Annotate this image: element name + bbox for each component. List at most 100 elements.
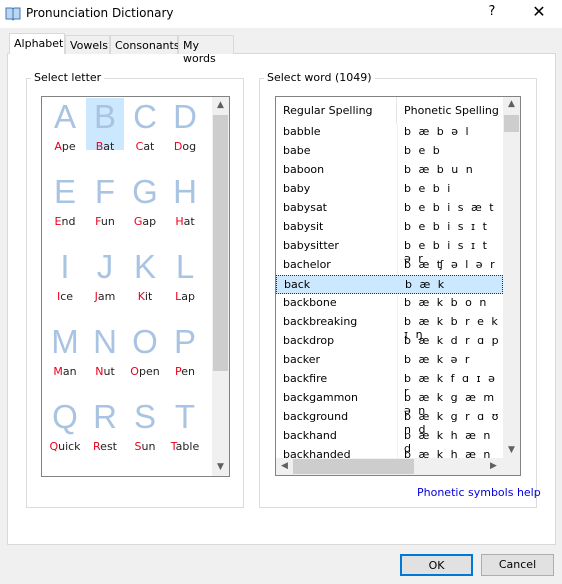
example-word: Bat: [95, 140, 115, 153]
scroll-thumb[interactable]: [213, 115, 228, 371]
example-word: Sun: [134, 440, 156, 453]
example-word: Fun: [95, 215, 115, 228]
vertical-scrollbar[interactable]: ▲ ▼: [503, 97, 520, 458]
scroll-down-icon[interactable]: ▼: [503, 445, 520, 455]
example-word: Hat: [175, 215, 195, 228]
word-row[interactable]: babysit b e b i s ɪ t: [276, 218, 503, 237]
letter-l[interactable]: L Lap: [166, 248, 204, 304]
letter-s[interactable]: S Sun: [126, 398, 164, 454]
letter-n[interactable]: N Nut: [86, 323, 124, 379]
tab-my-words[interactable]: My words: [178, 35, 234, 65]
letter-q[interactable]: Q Quick: [46, 398, 84, 454]
word-row[interactable]: babysitter b e b i s ɪ t ə r: [276, 237, 503, 265]
letter-c[interactable]: C Cat: [126, 98, 164, 154]
regular-spelling: babysat: [283, 201, 327, 214]
regular-spelling: backbreaking: [283, 315, 358, 328]
word-row[interactable]: bachelor b æ ʧ ə l ə r: [276, 256, 503, 275]
phonetic-spelling: b æ k ə r: [404, 353, 472, 366]
phonetic-spelling: b æ ʧ ə l ə r: [404, 258, 497, 271]
word-row[interactable]: back b æ k: [276, 275, 503, 294]
letter-glyph: C: [133, 98, 157, 135]
letter-g[interactable]: G Gap: [126, 173, 164, 229]
horizontal-scrollbar[interactable]: ◀ ▶: [276, 458, 503, 475]
letter-o[interactable]: O Open: [126, 323, 164, 379]
scroll-up-icon[interactable]: ▲: [212, 100, 229, 110]
example-word: Open: [130, 365, 160, 378]
phonetic-symbols-help-link[interactable]: Phonetic symbols help: [417, 486, 541, 499]
word-row[interactable]: backdrop b æ k d r ɑ p: [276, 332, 503, 351]
example-word: Dog: [173, 140, 197, 153]
letter-a[interactable]: A Ape: [46, 98, 84, 154]
letter-glyph: G: [132, 173, 158, 210]
regular-spelling: backdrop: [283, 334, 335, 347]
regular-spelling: backfire: [283, 372, 328, 385]
letter-glyph: K: [133, 248, 156, 285]
letter-glyph: F: [94, 173, 116, 210]
phonetic-spelling: b e b: [404, 144, 442, 157]
letter-f[interactable]: F Fun: [86, 173, 124, 229]
letter-h[interactable]: H Hat: [166, 173, 204, 229]
regular-spelling: babysitter: [283, 239, 339, 252]
letter-glyph: O: [132, 323, 158, 360]
phonetic-spelling: b æ b u n: [404, 163, 475, 176]
window-title: Pronunciation Dictionary: [26, 6, 174, 20]
cancel-button[interactable]: Cancel: [481, 554, 554, 576]
scroll-right-icon[interactable]: ▶: [485, 461, 502, 471]
letter-k[interactable]: K Kit: [126, 248, 164, 304]
letter-glyph: N: [93, 323, 117, 360]
scroll-up-icon[interactable]: ▲: [503, 99, 520, 109]
example-word: Table: [170, 440, 200, 453]
word-row[interactable]: babysat b e b i s æ t: [276, 199, 503, 218]
phonetic-spelling: b æ b ə l: [404, 125, 471, 138]
word-row[interactable]: babe b e b: [276, 142, 503, 161]
letter-t[interactable]: T Table: [166, 398, 204, 454]
letter-list: A Ape B Bat C Cat D Dog E End F Fun G Gap H Hat I Ice J Jam…: [41, 96, 230, 477]
word-row[interactable]: baby b e b i: [276, 180, 503, 199]
letter-e[interactable]: E End: [46, 173, 84, 229]
scroll-corner: [503, 458, 520, 475]
regular-spelling: bachelor: [283, 258, 331, 271]
example-word: Kit: [137, 290, 153, 303]
letter-glyph: M: [51, 323, 79, 360]
scroll-thumb-horizontal[interactable]: [293, 459, 414, 474]
word-row[interactable]: baboon b æ b u n: [276, 161, 503, 180]
word-row[interactable]: backbreaking b æ k b r e k ɪ ŋ: [276, 313, 503, 341]
word-row[interactable]: backbone b æ k b o n: [276, 294, 503, 313]
ok-button[interactable]: OK: [400, 554, 473, 576]
help-button[interactable]: ?: [480, 4, 504, 24]
tab-alphabet[interactable]: Alphabet: [9, 33, 65, 54]
letter-glyph: B: [93, 98, 116, 135]
tab-consonants[interactable]: Consonants: [110, 35, 180, 54]
letter-scrollbar[interactable]: ▲ ▼: [212, 97, 229, 476]
word-row[interactable]: background b æ k g r ɑ ʊ n d: [276, 408, 503, 436]
letter-m[interactable]: M Man: [46, 323, 84, 379]
regular-spelling: back: [284, 278, 311, 291]
word-row[interactable]: backer b æ k ə r: [276, 351, 503, 370]
word-row[interactable]: backgammon b æ k g æ m ə n: [276, 389, 503, 417]
scroll-left-icon[interactable]: ◀: [276, 461, 293, 471]
letter-glyph: T: [174, 398, 196, 435]
letter-d[interactable]: D Dog: [166, 98, 204, 154]
letter-j[interactable]: J Jam: [86, 248, 124, 304]
regular-spelling: babble: [283, 125, 321, 138]
tab-vowels[interactable]: Vowels: [65, 35, 110, 54]
close-button[interactable]: ✕: [524, 2, 554, 24]
scroll-down-icon[interactable]: ▼: [212, 462, 229, 472]
column-header-regular[interactable]: Regular Spelling: [276, 97, 397, 124]
word-row[interactable]: backfire b æ k f ɑ ɪ ə r: [276, 370, 503, 398]
letter-p[interactable]: P Pen: [166, 323, 204, 379]
phonetic-spelling: b e b i: [404, 182, 453, 195]
title-bar: Pronunciation Dictionary ? ✕: [0, 0, 562, 28]
letter-glyph: R: [93, 398, 117, 435]
example-word: Quick: [49, 440, 81, 453]
regular-spelling: backgammon: [283, 391, 358, 404]
word-row[interactable]: babble b æ b ə l: [276, 123, 503, 142]
scroll-thumb[interactable]: [504, 115, 519, 132]
letter-b[interactable]: B Bat: [86, 98, 124, 153]
column-header-phonetic[interactable]: Phonetic Spelling: [398, 97, 504, 124]
letter-i[interactable]: I Ice: [46, 248, 84, 304]
word-row[interactable]: backhand b æ k h æ n d: [276, 427, 503, 455]
letter-r[interactable]: R Rest: [86, 398, 124, 454]
regular-spelling: baby: [283, 182, 311, 195]
regular-spelling: backer: [283, 353, 321, 366]
